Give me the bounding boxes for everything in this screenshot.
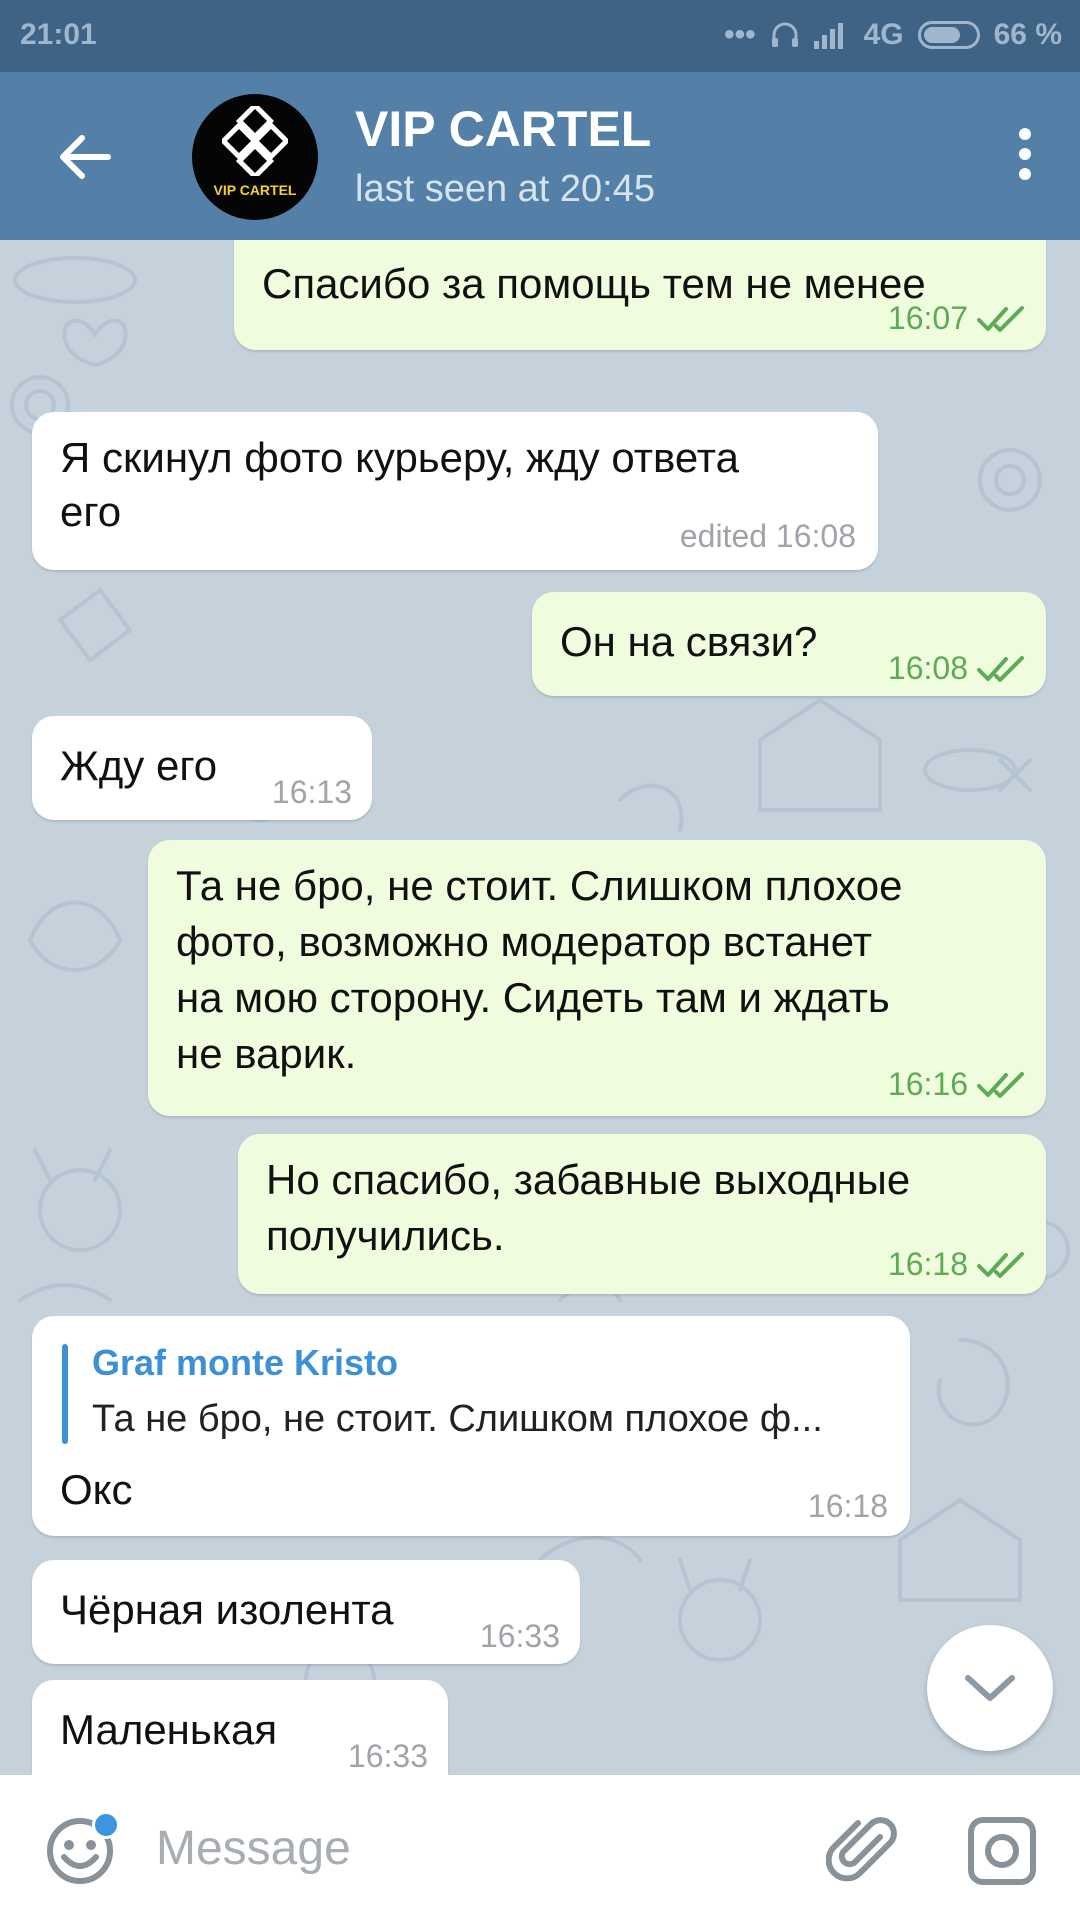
- message-text-line-2: фото, возможно модератор встанет: [176, 918, 872, 965]
- message-time: 16:33: [479, 1618, 560, 1654]
- chat-title[interactable]: VIP CARTEL: [355, 100, 651, 158]
- message-text-line-2: получились.: [266, 1212, 505, 1259]
- incoming-message[interactable]: Маленькая 16:33: [32, 1680, 448, 1775]
- message-text: Чёрная изолента: [60, 1586, 394, 1633]
- double-check-icon: [977, 1071, 1024, 1098]
- message-meta: 16:07: [888, 300, 1026, 337]
- message-meta: 16:16: [888, 1066, 1026, 1103]
- message-text: Спасибо за помощь тем не менее: [262, 260, 926, 307]
- message-time: 16:18: [887, 1246, 968, 1282]
- reply-preview[interactable]: Та не бро, не стоит. Слишком плохое ф...: [92, 1398, 823, 1441]
- network-type: 4G: [863, 18, 904, 51]
- message-text: Он на связи?: [560, 618, 818, 665]
- message-time: 16:16: [887, 1066, 968, 1102]
- outgoing-message[interactable]: Он на связи? 16:08: [532, 592, 1046, 696]
- outgoing-message[interactable]: Спасибо за помощь тем не менее 16:07: [234, 240, 1046, 350]
- back-arrow-icon[interactable]: [50, 122, 120, 192]
- message-time: 16:33: [347, 1738, 428, 1774]
- message-meta: 16:18: [808, 1488, 888, 1525]
- headphones-icon: [771, 22, 798, 47]
- double-check-icon: [977, 305, 1024, 332]
- outgoing-message[interactable]: Но спасибо, забавные выходные получились…: [238, 1134, 1046, 1294]
- message-meta: edited 16:08: [680, 518, 856, 555]
- message-meta: 16:13: [272, 774, 352, 811]
- outgoing-message[interactable]: Та не бро, не стоит. Слишком плохое фото…: [148, 840, 1046, 1116]
- chevron-down-icon: [965, 1675, 1015, 1701]
- message-time: edited 16:08: [679, 518, 856, 554]
- chat-header: VIP CARTEL VIP CARTEL last seen at 20:45: [0, 72, 1080, 240]
- reply-bar: [62, 1344, 68, 1444]
- message-text-line-1: Та не бро, не стоит. Слишком плохое: [176, 862, 903, 909]
- message-text-line-2: его: [60, 488, 122, 535]
- more-icon: •••: [724, 18, 756, 51]
- more-vertical-icon[interactable]: [1010, 128, 1040, 188]
- message-input[interactable]: [156, 1803, 796, 1893]
- message-meta: 16:18: [888, 1246, 1026, 1283]
- incoming-message-reply[interactable]: Graf monte Kristo Та не бро, не стоит. С…: [32, 1316, 910, 1536]
- chat-area[interactable]: Спасибо за помощь тем не менее 16:07 Я с…: [0, 240, 1080, 1775]
- status-time: 21:01: [20, 18, 97, 51]
- status-bar: 21:01 ••• 4G 66 %: [0, 0, 1080, 72]
- message-meta: 16:08: [888, 650, 1026, 687]
- paperclip-icon[interactable]: [826, 1813, 902, 1889]
- incoming-message[interactable]: Я скинул фото курьеру, жду ответа его ed…: [32, 412, 878, 570]
- message-text-line-3: на мою сторону. Сидеть там и ждать: [176, 974, 890, 1021]
- message-time: 16:08: [887, 650, 968, 686]
- message-meta: 16:33: [348, 1738, 428, 1775]
- message-composer: [0, 1775, 1080, 1920]
- message-text-line-4: не варик.: [176, 1030, 357, 1077]
- double-check-icon: [977, 655, 1024, 682]
- message-time: 16:07: [887, 300, 968, 336]
- message-text: Маленькая: [60, 1706, 278, 1753]
- notification-dot: [92, 1811, 120, 1839]
- battery-icon: [917, 21, 980, 49]
- message-time: 16:18: [807, 1488, 888, 1524]
- scroll-down-button[interactable]: [927, 1625, 1053, 1751]
- message-text-line-1: Я скинул фото курьеру, жду ответа: [60, 434, 739, 481]
- camera-icon[interactable]: [966, 1815, 1038, 1887]
- reply-author[interactable]: Graf monte Kristo: [92, 1342, 398, 1384]
- last-seen-status: last seen at 20:45: [355, 168, 655, 210]
- signal-icon: [813, 23, 843, 49]
- message-text-line-1: Но спасибо, забавные выходные: [266, 1156, 911, 1203]
- battery-level: 66 %: [993, 18, 1062, 51]
- message-meta: 16:33: [480, 1618, 560, 1655]
- avatar[interactable]: VIP CARTEL: [192, 94, 318, 220]
- status-icons: ••• 4G 66 %: [724, 18, 1062, 52]
- avatar-label: VIP CARTEL: [213, 182, 297, 198]
- double-check-icon: [977, 1251, 1024, 1278]
- incoming-message[interactable]: Жду его 16:13: [32, 716, 372, 820]
- message-text: Жду его: [60, 742, 218, 789]
- incoming-message[interactable]: Чёрная изолента 16:33: [32, 1560, 580, 1664]
- message-time: 16:13: [271, 774, 352, 810]
- message-text: Окс: [60, 1466, 133, 1513]
- cartel-logo-icon: [222, 106, 288, 176]
